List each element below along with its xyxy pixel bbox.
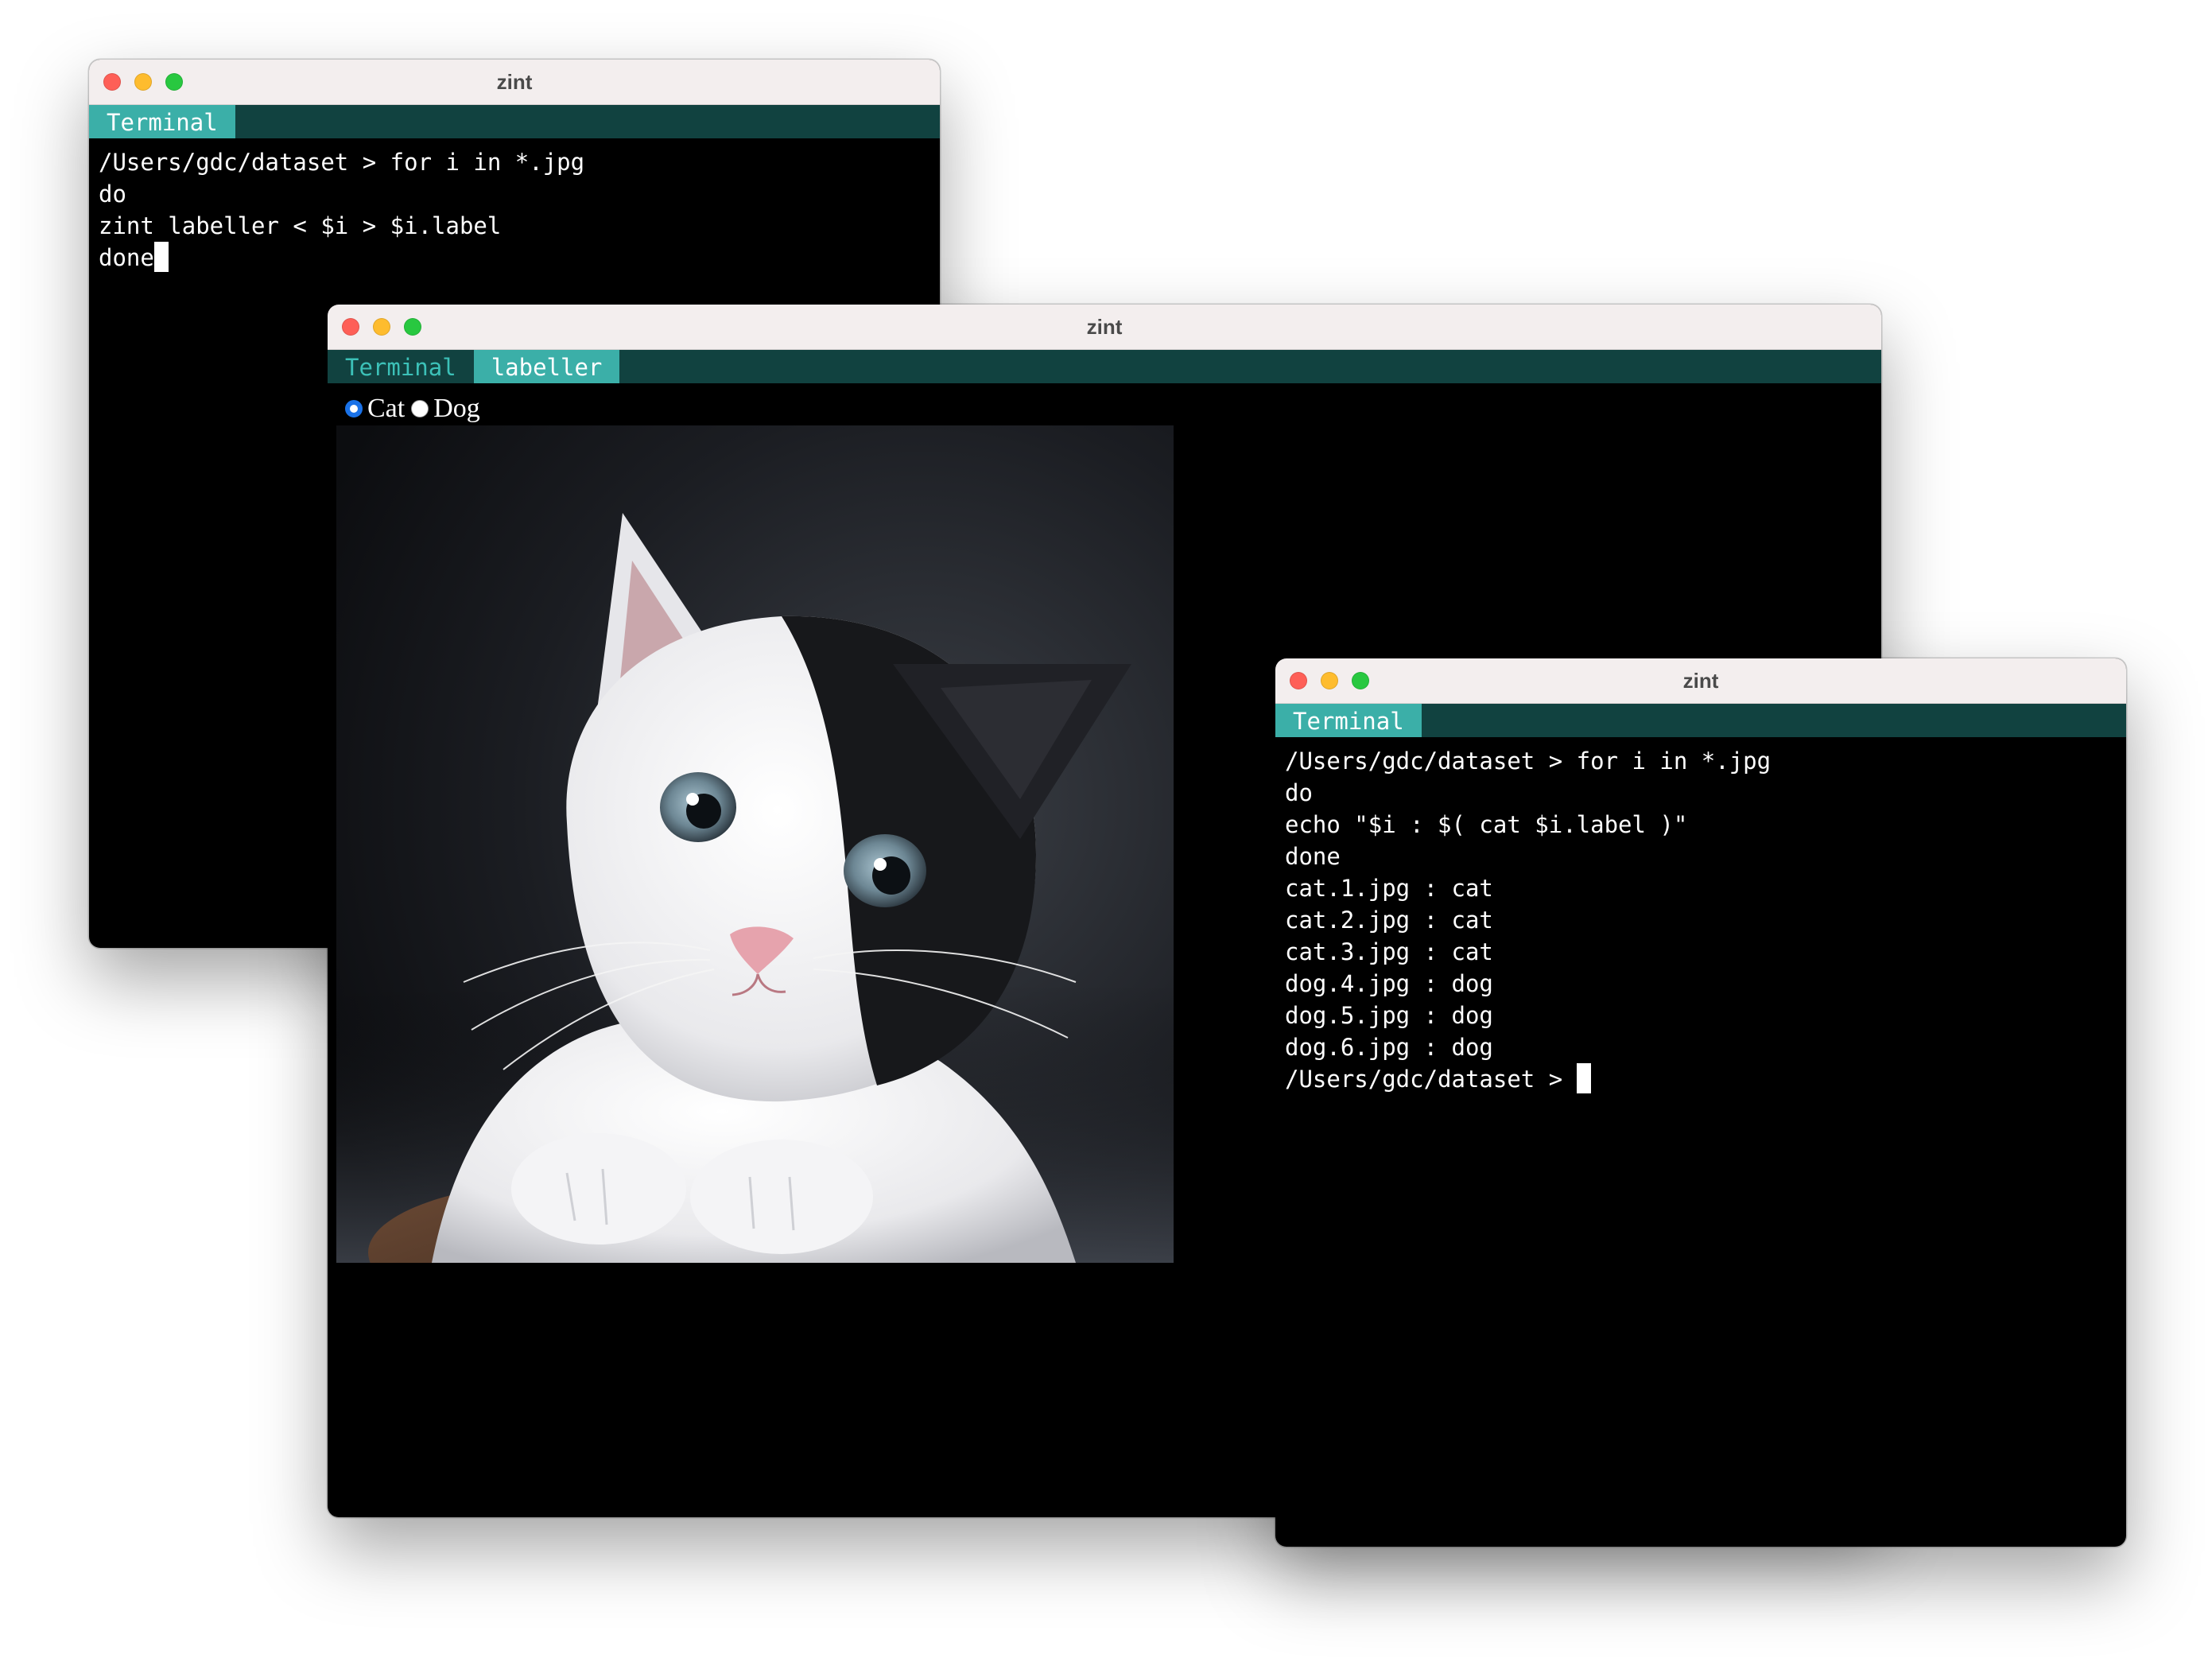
- window-title: zint: [496, 70, 533, 94]
- titlebar: zint: [1275, 658, 2126, 704]
- terminal-line: dog.5.jpg : dog: [1285, 1002, 1493, 1029]
- tab-labeller[interactable]: labeller: [473, 350, 620, 383]
- cursor-icon: [153, 242, 169, 272]
- terminal-line: echo "$i : $( cat $i.label )": [1285, 811, 1688, 838]
- radio-cat[interactable]: [345, 400, 363, 417]
- terminal-window-front: zint Terminal /Users/gdc/dataset > for i…: [1275, 658, 2126, 1547]
- terminal-line: done: [1285, 843, 1341, 870]
- window-title: zint: [1682, 669, 1719, 693]
- window-title: zint: [1086, 315, 1123, 339]
- tab-bar: Terminal labeller: [328, 350, 1881, 383]
- tab-terminal[interactable]: Terminal: [1275, 704, 1422, 737]
- radio-dog-label[interactable]: Dog: [433, 394, 480, 424]
- tab-terminal[interactable]: Terminal: [328, 350, 474, 383]
- terminal-line: /Users/gdc/dataset >: [1285, 1066, 1577, 1093]
- terminal-line: /Users/gdc/dataset > for i in *.jpg: [99, 149, 585, 176]
- terminal-line: dog.4.jpg : dog: [1285, 970, 1493, 997]
- tab-bar: Terminal: [1275, 704, 2126, 737]
- terminal-line: do: [99, 181, 126, 208]
- cursor-icon: [1576, 1063, 1591, 1093]
- terminal-line: dog.6.jpg : dog: [1285, 1034, 1493, 1061]
- terminal-output[interactable]: /Users/gdc/dataset > for i in *.jpg do zin…: [89, 138, 940, 274]
- terminal-line: done: [99, 244, 154, 271]
- terminal-line: cat.2.jpg : cat: [1285, 907, 1493, 934]
- titlebar: zint: [328, 305, 1881, 350]
- radio-dog[interactable]: [411, 400, 429, 417]
- terminal-line: zint labeller < $i > $i.label: [99, 212, 502, 239]
- terminal-line: cat.1.jpg : cat: [1285, 875, 1493, 902]
- tab-bar: Terminal: [89, 105, 940, 138]
- terminal-line: cat.3.jpg : cat: [1285, 938, 1493, 965]
- tab-terminal[interactable]: Terminal: [89, 105, 235, 138]
- radio-cat-label[interactable]: Cat: [367, 394, 405, 424]
- kitten-image: [336, 425, 1174, 1263]
- terminal-line: do: [1285, 779, 1313, 806]
- terminal-line: /Users/gdc/dataset > for i in *.jpg: [1285, 748, 1772, 775]
- titlebar: zint: [89, 60, 940, 105]
- terminal-output[interactable]: /Users/gdc/dataset > for i in *.jpg do ech…: [1275, 737, 2126, 1095]
- label-radio-group: Cat Dog: [345, 394, 487, 424]
